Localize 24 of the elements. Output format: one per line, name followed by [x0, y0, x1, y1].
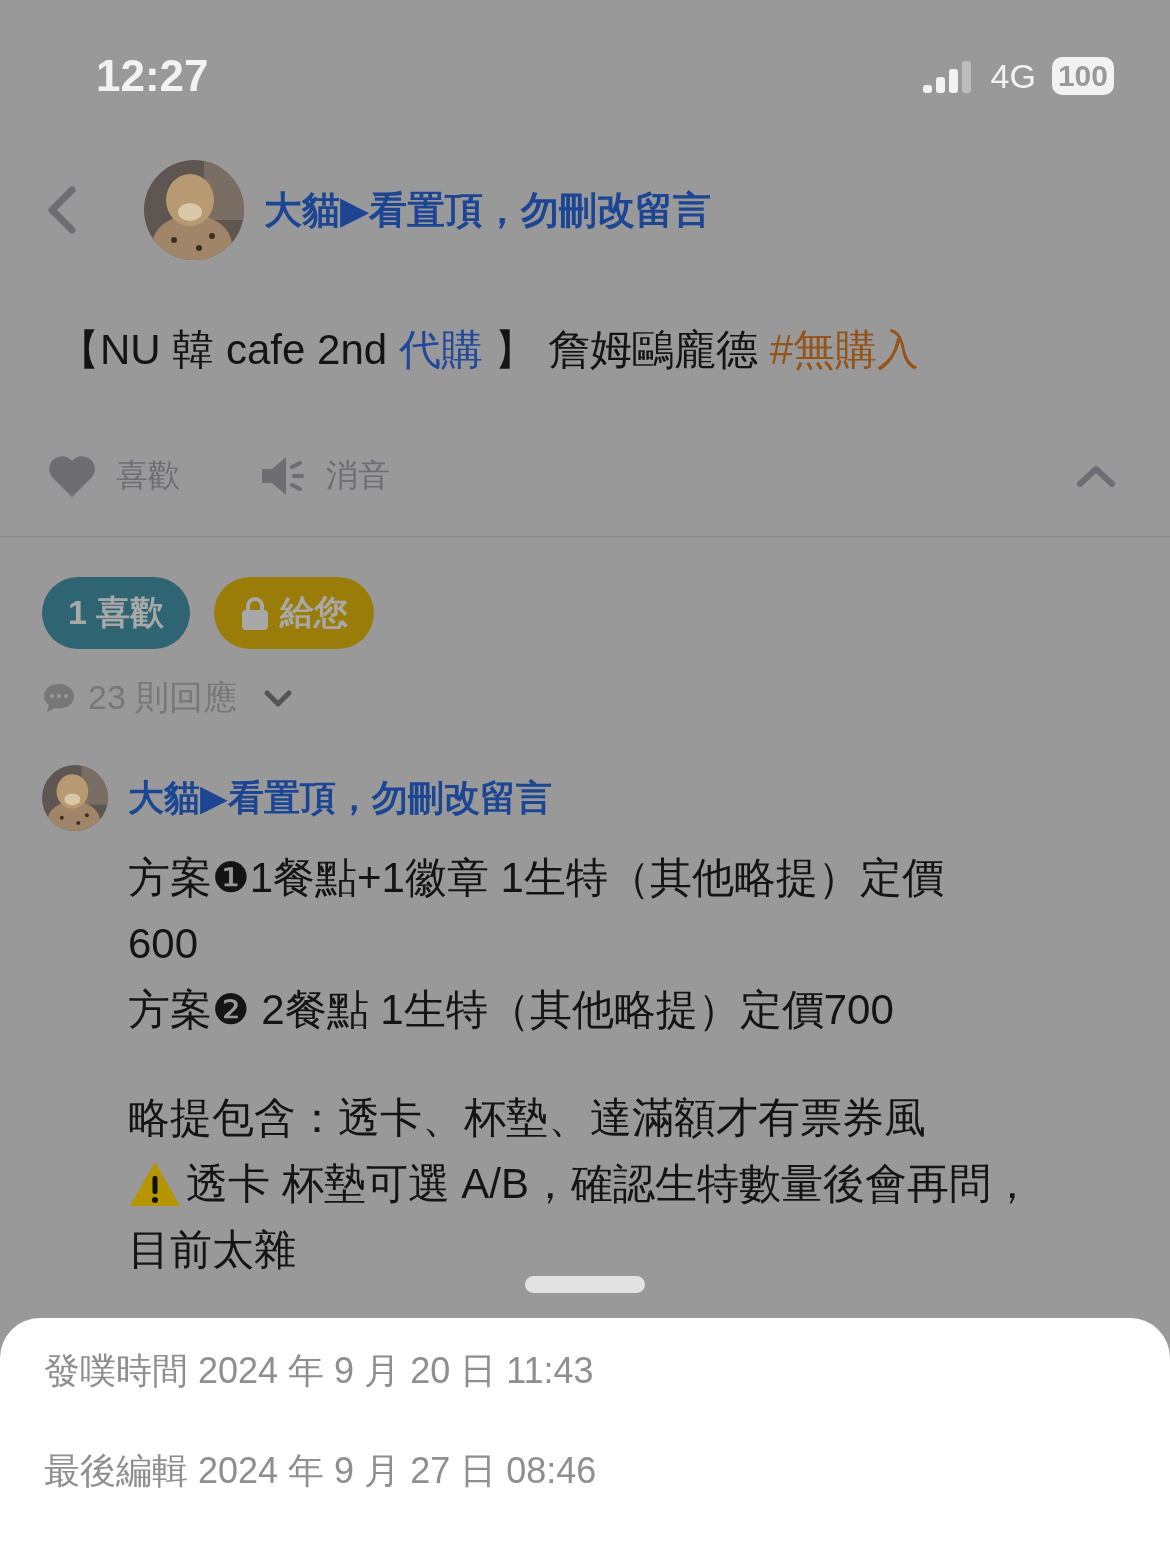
status-time: 12:27 — [96, 51, 209, 101]
speaker-icon — [260, 455, 306, 497]
comment-icon — [42, 682, 76, 714]
network-label: 4G — [990, 56, 1036, 96]
comment-text: 600 — [128, 919, 199, 969]
warning-icon — [128, 1160, 182, 1208]
battery-level: 100 — [1051, 57, 1114, 95]
comment-text: 略提包含：透卡、杯墊、達滿額才有票券風 — [128, 1093, 926, 1143]
heart-icon — [48, 455, 96, 497]
author-name[interactable]: 大貓▶看置頂，勿刪改留言 — [264, 184, 712, 236]
timestamp-row-text: 最後編輯 2024 年 9 月 27 日 08:46 — [44, 1449, 598, 1493]
timestamp-row-text: 發噗時間 2024 年 9 月 20 日 11:43 — [44, 1349, 595, 1393]
chevron-up-icon[interactable] — [1076, 464, 1116, 488]
comment-text: 透卡 杯墊可選 A/B，確認生特數量後會再問， — [186, 1159, 1034, 1209]
comment-author[interactable]: 大貓▶看置頂，勿刪改留言 — [128, 773, 552, 823]
comment-text: 方案❶1餐點+1徽章 1生特（其他略提）定價 — [128, 853, 944, 903]
gift-badge[interactable]: 給您 — [214, 577, 375, 649]
lock-icon — [240, 596, 271, 630]
comment-text: 方案❷ 2餐點 1生特（其他略提）定價700 — [128, 985, 894, 1035]
sheet-handle[interactable] — [525, 1276, 645, 1293]
post-title: 【NU 韓 cafe 2nd 代購 】 詹姆鷗龐德 #無購入 — [57, 325, 921, 375]
chevron-down-icon — [263, 688, 294, 708]
likes-badge[interactable]: 1 喜歡 — [42, 577, 191, 649]
comment-text: 目前太雜 — [128, 1225, 296, 1275]
